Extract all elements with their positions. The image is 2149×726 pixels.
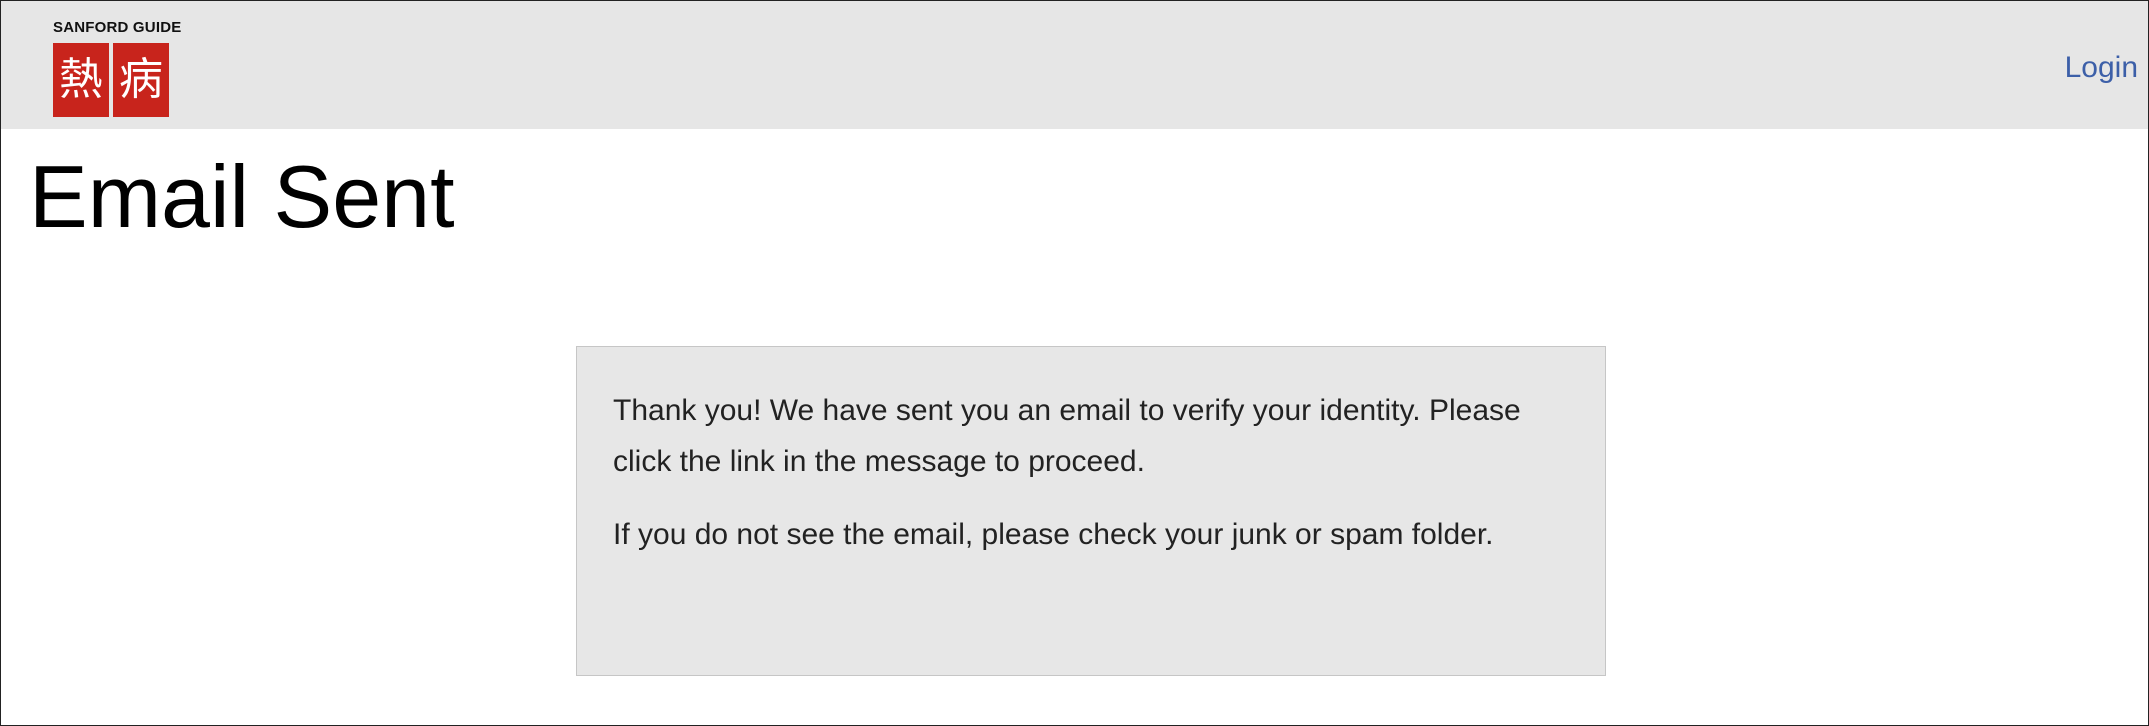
- email-sent-message-box: Thank you! We have sent you an email to …: [576, 346, 1606, 676]
- logo-brand-text: SANFORD GUIDE: [53, 19, 182, 36]
- logo-glyph-left: 熱: [53, 43, 109, 117]
- sanford-guide-logo[interactable]: SANFORD GUIDE 熱 病: [51, 19, 211, 119]
- logo-glyph-right: 病: [113, 43, 169, 117]
- message-paragraph-verify: Thank you! We have sent you an email to …: [613, 394, 1521, 478]
- login-link[interactable]: Login: [2065, 51, 2138, 85]
- message-paragraph-spam: If you do not see the email, please chec…: [613, 518, 1494, 551]
- top-navigation-bar: SANFORD GUIDE 熱 病 Login: [1, 1, 2148, 129]
- page-frame: SANFORD GUIDE 熱 病 Login Email Sent Thank…: [0, 0, 2149, 726]
- page-title: Email Sent: [29, 147, 455, 246]
